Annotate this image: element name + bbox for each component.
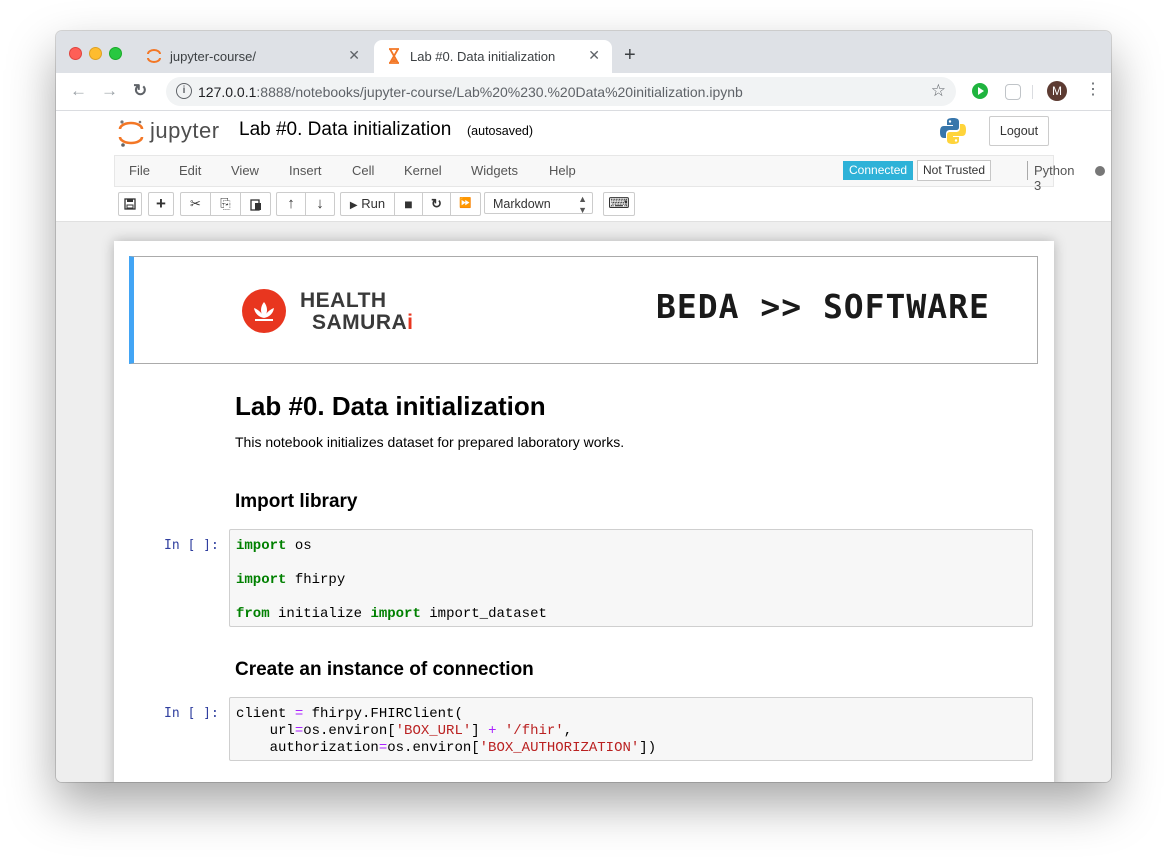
run-label: Run xyxy=(361,196,386,211)
select-arrows-icon: ▲ ▼ xyxy=(578,194,587,215)
copy-button[interactable]: ⎘ xyxy=(210,192,241,216)
notebook-area[interactable]: HEALTH SAMURAi BEDA >> SOFTWARE Lab #0. … xyxy=(56,222,1111,782)
code-cell-import[interactable]: import os import fhirpy from initialize … xyxy=(229,529,1033,627)
tab-strip: jupyter-course/ ✕ Lab #0. Data initializ… xyxy=(56,31,1111,73)
address-bar[interactable]: i 127.0.0.1:8888/notebooks/jupyter-cours… xyxy=(166,77,956,106)
paste-icon xyxy=(249,199,261,211)
restart-run-all-button[interactable]: ⏩ xyxy=(450,192,481,216)
samurai-text: SAMURAi xyxy=(312,311,414,335)
save-button[interactable] xyxy=(118,192,142,216)
move-down-button[interactable]: ↓ xyxy=(305,192,335,216)
url-path: :8888/notebooks/jupyter-course/Lab%20%23… xyxy=(256,84,743,100)
jupyter-favicon-icon xyxy=(147,49,161,63)
code-cell-connection[interactable]: client = fhirpy.FHIRClient( url=os.envir… xyxy=(229,697,1033,761)
play-extension-icon[interactable] xyxy=(972,83,988,99)
browser-window: jupyter-course/ ✕ Lab #0. Data initializ… xyxy=(56,31,1111,782)
health-text: HEALTH xyxy=(300,289,387,312)
paste-button[interactable] xyxy=(240,192,271,216)
jupyter-logo-text[interactable]: jupyter xyxy=(150,118,220,144)
cell-type-select[interactable]: Markdown ▲ ▼ xyxy=(484,192,593,215)
close-tab-icon[interactable]: ✕ xyxy=(588,47,600,64)
scissors-icon: ✂ xyxy=(190,196,201,211)
extension-icon[interactable] xyxy=(1005,84,1021,100)
logout-button[interactable]: Logout xyxy=(989,116,1049,146)
menu-file[interactable]: File xyxy=(129,163,150,178)
cell-prompt: In [ ]: xyxy=(164,706,219,721)
browser-tab-lab0[interactable]: Lab #0. Data initialization ✕ xyxy=(374,40,612,73)
plus-icon: + xyxy=(156,194,166,213)
samurai-word: SAMURA xyxy=(312,311,408,334)
browser-tab-jupyter-course[interactable]: jupyter-course/ ✕ xyxy=(134,40,372,73)
notebook-page: HEALTH SAMURAi BEDA >> SOFTWARE Lab #0. … xyxy=(114,241,1054,782)
cell-type-value: Markdown xyxy=(493,197,551,211)
kernel-status-indicator xyxy=(1095,166,1105,176)
back-button[interactable]: ← xyxy=(70,81,87,101)
cell-prompt: In [ ]: xyxy=(164,538,219,553)
browser-toolbar: ← → ↻ i 127.0.0.1:8888/notebooks/jupyter… xyxy=(56,73,1111,111)
menu-widgets[interactable]: Widgets xyxy=(471,163,518,178)
close-window-button[interactable] xyxy=(69,47,82,60)
notebook-heading: Lab #0. Data initialization xyxy=(235,391,546,421)
new-tab-button[interactable]: + xyxy=(624,44,636,67)
command-palette-button[interactable]: ⌨ xyxy=(603,192,635,216)
url-host: 127.0.0.1 xyxy=(198,84,257,100)
reload-button[interactable]: ↻ xyxy=(133,81,147,101)
minimize-window-button[interactable] xyxy=(89,47,102,60)
move-up-button[interactable]: ↑ xyxy=(276,192,306,216)
browser-menu-icon[interactable]: ⋮ xyxy=(1085,79,1101,99)
stop-icon: ■ xyxy=(404,196,413,212)
profile-avatar[interactable]: M xyxy=(1047,81,1067,101)
url-text[interactable]: 127.0.0.1:8888/notebooks/jupyter-course/… xyxy=(198,84,743,100)
notebook-title[interactable]: Lab #0. Data initialization xyxy=(239,119,451,141)
keyboard-icon: ⌨ xyxy=(608,195,630,212)
lotus-icon xyxy=(254,302,274,321)
restart-icon: ↻ xyxy=(431,196,442,211)
connection-status-badge: Connected xyxy=(843,161,914,180)
beda-software-text: BEDA >> SOFTWARE xyxy=(656,287,990,326)
interrupt-button[interactable]: ■ xyxy=(394,192,423,216)
forward-button[interactable]: → xyxy=(101,81,118,101)
notebook-menubar: File Edit View Insert Cell Kernel Widget… xyxy=(114,155,1105,193)
section-heading-connection: Create an instance of connection xyxy=(235,659,534,680)
intro-paragraph: This notebook initializes dataset for pr… xyxy=(235,434,625,450)
menu-view[interactable]: View xyxy=(231,163,259,178)
close-tab-icon[interactable]: ✕ xyxy=(348,47,360,64)
tab-title: Lab #0. Data initialization xyxy=(410,49,556,64)
section-heading-import: Import library xyxy=(235,491,358,512)
cut-button[interactable]: ✂ xyxy=(180,192,211,216)
kernel-divider xyxy=(1027,161,1028,180)
insert-cell-button[interactable]: + xyxy=(148,192,174,216)
samurai-accent: i xyxy=(407,311,414,334)
python-logo-icon xyxy=(940,118,966,144)
jupyter-header: jupyter Lab #0. Data initialization (aut… xyxy=(56,111,1111,222)
autosave-status: (autosaved) xyxy=(467,124,534,138)
menu-cell[interactable]: Cell xyxy=(352,163,374,178)
arrow-down-icon: ↓ xyxy=(316,195,324,212)
tab-title: jupyter-course/ xyxy=(170,49,256,64)
step-forward-icon: ▶ xyxy=(349,200,358,211)
bookmark-star-icon[interactable]: ☆ xyxy=(931,81,946,101)
trust-status-button[interactable]: Not Trusted xyxy=(917,160,992,181)
maximize-window-button[interactable] xyxy=(109,47,122,60)
save-icon xyxy=(124,198,136,210)
menu-help[interactable]: Help xyxy=(549,163,576,178)
menu-insert[interactable]: Insert xyxy=(289,163,322,178)
menu-edit[interactable]: Edit xyxy=(179,163,201,178)
arrow-up-icon: ↑ xyxy=(287,195,295,212)
restart-button[interactable]: ↻ xyxy=(422,192,451,216)
hourglass-icon xyxy=(389,48,399,64)
banner-cell[interactable]: HEALTH SAMURAi BEDA >> SOFTWARE xyxy=(129,256,1038,364)
kernel-name: Python 3 xyxy=(1034,163,1075,193)
site-info-icon[interactable]: i xyxy=(176,83,192,99)
jupyter-logo-icon[interactable] xyxy=(118,118,144,148)
run-button[interactable]: ▶ Run xyxy=(340,192,395,216)
menu-kernel[interactable]: Kernel xyxy=(404,163,442,178)
health-samurai-logo-icon xyxy=(242,289,286,333)
toolbar-divider xyxy=(1032,85,1033,99)
fast-forward-icon: ⏩ xyxy=(459,198,472,209)
copy-icon: ⎘ xyxy=(220,196,231,211)
